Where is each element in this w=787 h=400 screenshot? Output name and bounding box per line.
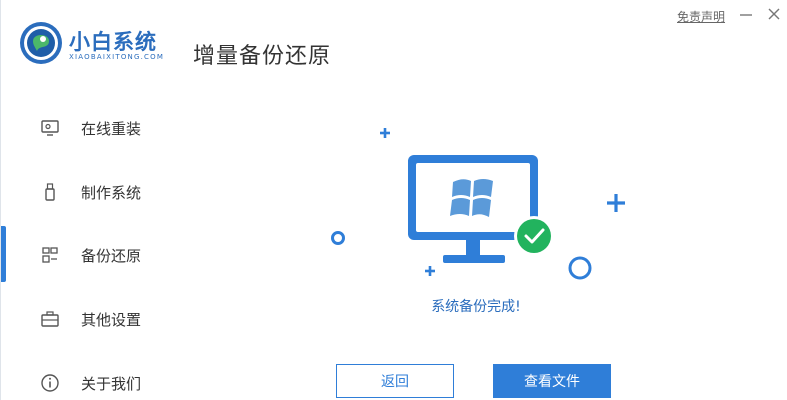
backup-grid-icon xyxy=(39,244,61,266)
sidebar-item-other-settings[interactable]: 其他设置 xyxy=(1,299,181,339)
backup-complete-illustration xyxy=(331,128,625,280)
back-button[interactable]: 返回 xyxy=(336,364,454,398)
close-icon[interactable] xyxy=(765,5,783,23)
brand-name: 小白系统 xyxy=(69,30,157,54)
plus-icon xyxy=(380,128,390,138)
sidebar-item-label: 其他设置 xyxy=(81,310,142,329)
sidebar-item-label: 关于我们 xyxy=(81,374,142,393)
sidebar-item-about-us[interactable]: 关于我们 xyxy=(1,363,181,400)
monitor-icon xyxy=(39,117,61,139)
plus-icon xyxy=(607,194,625,212)
sidebar: 在线重装 制作系统 备份还原 其他设置 关于我们 xyxy=(1,95,181,400)
view-file-button[interactable]: 查看文件 xyxy=(493,364,611,398)
brand-subtitle: XIAOBAIXITONG.COM xyxy=(69,53,165,61)
logo-icon xyxy=(20,22,62,64)
briefcase-icon xyxy=(39,308,61,330)
status-message: 系统备份完成! xyxy=(431,299,521,315)
minimize-icon[interactable] xyxy=(737,5,755,23)
sidebar-item-label: 在线重装 xyxy=(81,119,142,138)
info-icon xyxy=(39,372,61,394)
sidebar-item-make-system[interactable]: 制作系统 xyxy=(1,172,181,212)
sidebar-item-label: 备份还原 xyxy=(81,246,142,265)
usb-drive-icon xyxy=(39,181,61,203)
sidebar-item-label: 制作系统 xyxy=(81,183,142,202)
ring-icon xyxy=(331,231,345,245)
sidebar-item-backup-restore[interactable]: 备份还原 xyxy=(1,235,181,275)
app-window: 小白系统 XIAOBAIXITONG.COM 增量备份还原 免责声明 在线重装 xyxy=(0,0,787,400)
sidebar-item-online-reinstall[interactable]: 在线重装 xyxy=(1,108,181,148)
success-check-icon xyxy=(514,216,554,256)
ring-icon xyxy=(568,256,592,280)
plus-icon xyxy=(425,266,435,276)
disclaimer-link[interactable]: 免责声明 xyxy=(677,8,725,25)
page-title: 增量备份还原 xyxy=(193,44,332,69)
